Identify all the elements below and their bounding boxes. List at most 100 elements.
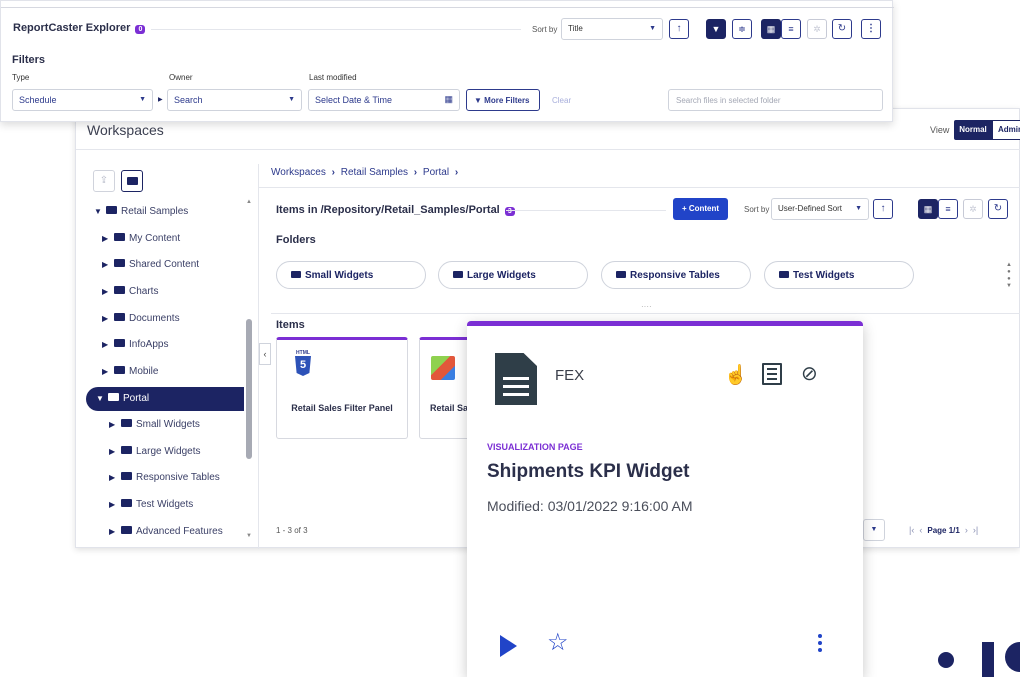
folders-heading: Folders: [276, 234, 316, 246]
caret-right-icon: ▶: [102, 287, 109, 296]
rc-list-view-button[interactable]: ≡: [781, 19, 801, 39]
folder-icon: [114, 366, 125, 374]
rc-sort-label: Sort by: [532, 25, 558, 34]
html5-icon: HTML 5: [292, 350, 314, 378]
new-folder-button[interactable]: [121, 170, 143, 192]
play-button[interactable]: [500, 635, 517, 657]
caret-right-icon: ▶: [109, 473, 116, 482]
clear-link[interactable]: Clear: [552, 96, 571, 105]
tree-label: Responsive Tables: [136, 472, 220, 483]
view-normal-button[interactable]: Normal: [954, 120, 992, 140]
more-options-button[interactable]: ⋮: [861, 19, 881, 39]
settings-icon[interactable]: ✲: [963, 199, 983, 219]
tree-item-portal[interactable]: ▼ Portal: [86, 387, 244, 411]
tree-item-advanced-features[interactable]: ▶ Advanced Features: [76, 521, 223, 543]
rc-sort-value: Title: [568, 24, 583, 33]
filter-button[interactable]: ▼: [706, 19, 726, 39]
owner-label: Owner: [169, 73, 193, 82]
tile-view-button[interactable]: ▦: [918, 199, 938, 219]
tree-item-my-content[interactable]: ▶ My Content: [76, 228, 180, 250]
list-view-button[interactable]: ≡: [938, 199, 958, 219]
splitter-handle[interactable]: ····: [641, 302, 652, 311]
filters-heading: Filters: [12, 54, 46, 66]
tree-item-shared-content[interactable]: ▶ Shared Content: [76, 254, 199, 276]
first-page-icon[interactable]: |‹: [909, 525, 914, 535]
collapse-sidebar-button[interactable]: ‹: [259, 343, 271, 365]
card-category: VISUALIZATION PAGE: [487, 442, 583, 452]
caret-down-icon: ▼: [288, 96, 295, 103]
folder-pill-test-widgets[interactable]: Test Widgets: [764, 261, 914, 289]
sort-direction-button[interactable]: ↑: [873, 199, 893, 219]
refresh-button[interactable]: ↻: [988, 199, 1008, 219]
folder-label: Small Widgets: [305, 270, 374, 281]
touch-icon[interactable]: ☝: [724, 363, 748, 387]
folder-icon: [121, 499, 132, 507]
chevron-right-icon: ›: [413, 167, 418, 178]
item-card[interactable]: HTML 5 Retail Sales Filter Panel: [276, 337, 408, 439]
tree-scrollbar[interactable]: ▲ ▼: [244, 199, 254, 539]
rc-refresh-button[interactable]: ↻: [832, 19, 852, 39]
caret-right-icon: ▶: [109, 447, 116, 456]
more-filters-button[interactable]: ▼ More Filters: [466, 89, 540, 111]
document-icon: [495, 353, 537, 405]
html-label: HTML: [296, 350, 310, 356]
owner-value: Search: [174, 95, 203, 105]
rc-settings-icon[interactable]: ✲: [807, 19, 827, 39]
fex-detail-card[interactable]: FEX ☝ ⊘ VISUALIZATION PAGE Shipments KPI…: [467, 321, 863, 677]
caret-down-icon: ▼: [94, 207, 102, 216]
ws-sort-value: User-Defined Sort: [778, 204, 843, 213]
folder-tree: ▼ Retail Samples ▶ My Content ▶ Shared Cont…: [76, 201, 244, 546]
tree-item-infoapps[interactable]: ▶ InfoApps: [76, 334, 168, 356]
add-content-button[interactable]: + Content: [673, 198, 728, 220]
date-time-picker[interactable]: Select Date & Time ▦: [308, 89, 460, 111]
tree-item-documents[interactable]: ▶ Documents: [76, 308, 180, 330]
breadcrumb-item[interactable]: Retail Samples: [341, 167, 408, 178]
folder-pill-responsive-tables[interactable]: Responsive Tables: [601, 261, 751, 289]
tree-item-responsive-tables[interactable]: ▶ Responsive Tables: [76, 467, 220, 489]
caret-down-icon: ▼: [96, 394, 104, 403]
search-files-input[interactable]: Search files in selected folder: [668, 89, 883, 111]
caret-down-icon: ▼: [649, 25, 656, 32]
view-admin-button[interactable]: Admin: [992, 120, 1020, 140]
chevron-right-icon: ›: [454, 167, 459, 178]
tree-item-charts[interactable]: ▶ Charts: [76, 281, 158, 303]
page-size-dropdown[interactable]: ▼: [863, 519, 885, 541]
rc-sort-dropdown[interactable]: Title ▼: [561, 18, 663, 40]
new-workspace-icon: ⇪: [93, 170, 115, 192]
collapse-filters-button[interactable]: ≑: [732, 19, 752, 39]
tree-label: Test Widgets: [136, 499, 194, 510]
folder-pill-large-widgets[interactable]: Large Widgets: [438, 261, 588, 289]
tree-item-test-widgets[interactable]: ▶ Test Widgets: [76, 494, 193, 516]
hidden-eye-icon[interactable]: ⊘: [801, 361, 818, 386]
folder-icon: [779, 271, 789, 278]
tree-label: Documents: [129, 313, 180, 324]
last-page-icon[interactable]: ›|: [973, 525, 978, 535]
owner-dropdown[interactable]: Search ▼: [167, 89, 302, 111]
rc-tile-view-button[interactable]: ▦: [761, 19, 781, 39]
items-path-text: Items in /Repository/Retail_Samples/Port…: [276, 204, 500, 216]
chevron-right-icon: ›: [331, 167, 335, 178]
tree-item-retail-samples[interactable]: ▼ Retail Samples: [76, 201, 188, 223]
tree-item-large-widgets[interactable]: ▶ Large Widgets: [76, 441, 200, 463]
ws-sort-dropdown[interactable]: User-Defined Sort ▼: [771, 198, 869, 220]
rc-sort-direction-button[interactable]: ↑: [669, 19, 689, 39]
cube-icon: [431, 356, 455, 380]
favorite-star-icon[interactable]: ☆: [547, 630, 569, 656]
breadcrumb-item[interactable]: Portal: [423, 167, 449, 178]
next-page-icon[interactable]: ›: [965, 525, 968, 535]
items-path: Items in /Repository/Retail_Samples/Port…: [276, 204, 515, 216]
kebab-menu-icon[interactable]: [817, 634, 823, 652]
caret-right-icon: ▶: [102, 260, 109, 269]
breadcrumb-item[interactable]: Workspaces: [271, 167, 326, 178]
tree-item-small-widgets[interactable]: ▶ Small Widgets: [76, 414, 200, 436]
folder-pill-small-widgets[interactable]: Small Widgets: [276, 261, 426, 289]
report-icon[interactable]: [762, 363, 782, 385]
workspaces-title: Workspaces: [87, 122, 164, 138]
folder-icon: [114, 313, 125, 321]
prev-page-icon[interactable]: ‹: [919, 525, 922, 535]
type-dropdown[interactable]: Schedule ▼: [12, 89, 153, 111]
folder-scroll-icon[interactable]: ▲ ● ● ▼: [1006, 262, 1012, 290]
item-card-title: Retail Sales Filter Panel: [291, 403, 393, 413]
folder-icon: [114, 286, 125, 294]
tree-item-mobile[interactable]: ▶ Mobile: [76, 361, 158, 383]
